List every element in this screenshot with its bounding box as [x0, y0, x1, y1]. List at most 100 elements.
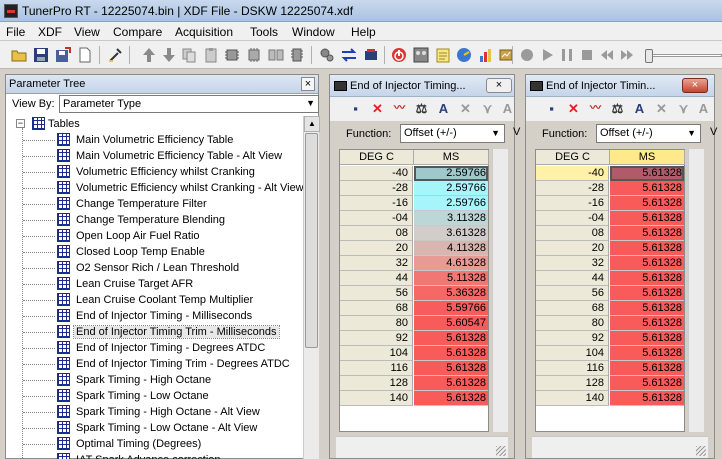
fast-forward-icon[interactable] — [619, 47, 635, 63]
dashboard-icon[interactable] — [413, 47, 429, 63]
row-header[interactable]: 140 — [536, 391, 609, 406]
row-header[interactable]: 80 — [536, 316, 609, 331]
view-by-dropdown[interactable]: Parameter Type ▼ — [59, 95, 319, 113]
table-cell[interactable]: 5.61328 — [610, 166, 684, 181]
save-icon[interactable] — [33, 47, 49, 63]
interpolate-icon[interactable]: A — [436, 101, 451, 116]
stop-icon[interactable] — [579, 47, 595, 63]
save-table-icon[interactable]: ▪ — [544, 101, 559, 116]
function-dropdown[interactable]: Offset (+/-) ▼ — [596, 124, 701, 143]
function-dropdown[interactable]: Offset (+/-) ▼ — [400, 124, 505, 143]
table-cell[interactable]: 2.59766 — [414, 196, 488, 211]
scroll-thumb[interactable] — [305, 133, 318, 348]
fill-up-icon[interactable]: ⋎ — [676, 101, 691, 116]
menu-compare[interactable]: Compare — [113, 25, 162, 39]
row-header[interactable]: 32 — [340, 256, 413, 271]
rewind-icon[interactable] — [599, 47, 615, 63]
table-cell[interactable]: 5.61328 — [610, 361, 684, 376]
table-cell[interactable]: 5.59766 — [414, 301, 488, 316]
row-header[interactable]: 116 — [340, 361, 413, 376]
row-header[interactable]: 44 — [340, 271, 413, 286]
table-cell[interactable]: 5.61328 — [610, 316, 684, 331]
compare-scale-icon[interactable]: ⚖ — [610, 101, 625, 116]
cancel-icon[interactable]: ✕ — [370, 101, 385, 116]
table-cell[interactable]: 5.61328 — [610, 196, 684, 211]
table-cell[interactable]: 5.61328 — [414, 331, 488, 346]
compare-scale-icon[interactable]: ⚖ — [414, 101, 429, 116]
transfer-arrows-icon[interactable] — [341, 47, 357, 63]
table-cell[interactable]: 5.61328 — [610, 226, 684, 241]
playback-slider-thumb[interactable] — [645, 49, 653, 63]
table-cell[interactable]: 5.36328 — [414, 286, 488, 301]
table-cell[interactable]: 5.61328 — [610, 181, 684, 196]
row-header[interactable]: -04 — [536, 211, 609, 226]
row-header[interactable]: -28 — [536, 181, 609, 196]
table-cell[interactable]: 5.61328 — [610, 271, 684, 286]
menu-xdf[interactable]: XDF — [38, 25, 62, 39]
row-header[interactable]: 104 — [536, 346, 609, 361]
compare-icon[interactable] — [268, 47, 284, 63]
playback-slider-track[interactable] — [650, 54, 722, 57]
row-header[interactable]: 92 — [536, 331, 609, 346]
menu-tools[interactable]: Tools — [250, 25, 278, 39]
table-cell[interactable]: 5.61328 — [610, 256, 684, 271]
menu-acquisition[interactable]: Acquisition — [175, 25, 233, 39]
table-cell[interactable]: 3.61328 — [414, 226, 488, 241]
close-window-button[interactable]: × — [682, 78, 708, 93]
row-header[interactable]: 128 — [536, 376, 609, 391]
close-icon[interactable]: × — [301, 77, 315, 91]
table-cell[interactable]: 5.61328 — [610, 376, 684, 391]
table-cell[interactable]: 5.61328 — [610, 241, 684, 256]
table-cell[interactable]: 5.61328 — [414, 361, 488, 376]
scroll-up-icon[interactable]: ▲ — [304, 116, 320, 132]
row-header[interactable]: 20 — [536, 241, 609, 256]
table-cell[interactable]: 5.61328 — [610, 301, 684, 316]
table-cell[interactable]: 5.60547 — [414, 316, 488, 331]
row-header[interactable]: 68 — [536, 301, 609, 316]
graph-icon[interactable]: 〰 — [588, 101, 603, 116]
play-icon[interactable] — [539, 47, 555, 63]
table-scrollbar[interactable] — [492, 149, 508, 432]
table-cell[interactable]: 5.61328 — [610, 391, 684, 406]
table-cell[interactable]: 4.11328 — [414, 241, 488, 256]
row-header[interactable]: -40 — [340, 166, 413, 181]
row-header[interactable]: 56 — [340, 286, 413, 301]
notepad-icon[interactable] — [435, 47, 451, 63]
save-table-icon[interactable]: ▪ — [348, 101, 363, 116]
menu-window[interactable]: Window — [292, 25, 335, 39]
row-header[interactable]: 08 — [340, 226, 413, 241]
row-header[interactable]: 92 — [340, 331, 413, 346]
chip-alt-icon[interactable] — [246, 47, 262, 63]
new-file-icon[interactable] — [77, 47, 93, 63]
smooth-icon[interactable]: ✕ — [654, 101, 669, 116]
fill-up-icon[interactable]: ⋎ — [480, 101, 495, 116]
row-header[interactable]: 32 — [536, 256, 609, 271]
menu-help[interactable]: Help — [351, 25, 376, 39]
table-cell[interactable]: 4.61328 — [414, 256, 488, 271]
table-cell[interactable]: 5.61328 — [610, 331, 684, 346]
row-header[interactable]: -40 — [536, 166, 609, 181]
table-cell[interactable]: 2.59766 — [414, 181, 488, 196]
collapse-icon[interactable]: − — [16, 119, 25, 128]
copy-icon[interactable] — [181, 47, 197, 63]
row-header[interactable]: 104 — [340, 346, 413, 361]
row-header[interactable]: -16 — [536, 196, 609, 211]
resize-grip-icon[interactable] — [696, 446, 706, 456]
chip-pins-icon[interactable] — [289, 47, 305, 63]
row-header[interactable]: 116 — [536, 361, 609, 376]
emulator-icon[interactable] — [363, 47, 379, 63]
arrow-up-icon[interactable] — [141, 47, 157, 63]
arrow-down-icon[interactable] — [161, 47, 177, 63]
table-cell[interactable]: 5.61328 — [414, 376, 488, 391]
menu-view[interactable]: View — [74, 25, 100, 39]
table-cell[interactable]: 5.61328 — [610, 211, 684, 226]
row-header[interactable]: -28 — [340, 181, 413, 196]
row-header[interactable]: 140 — [340, 391, 413, 406]
row-header[interactable]: 80 — [340, 316, 413, 331]
graph-icon[interactable]: 〰 — [392, 101, 407, 116]
row-header[interactable]: -04 — [340, 211, 413, 226]
chart-icon[interactable] — [478, 47, 494, 63]
table-cell[interactable]: 2.59766 — [414, 166, 488, 181]
table-cell[interactable]: 5.61328 — [610, 346, 684, 361]
gauge-icon[interactable] — [456, 47, 472, 63]
